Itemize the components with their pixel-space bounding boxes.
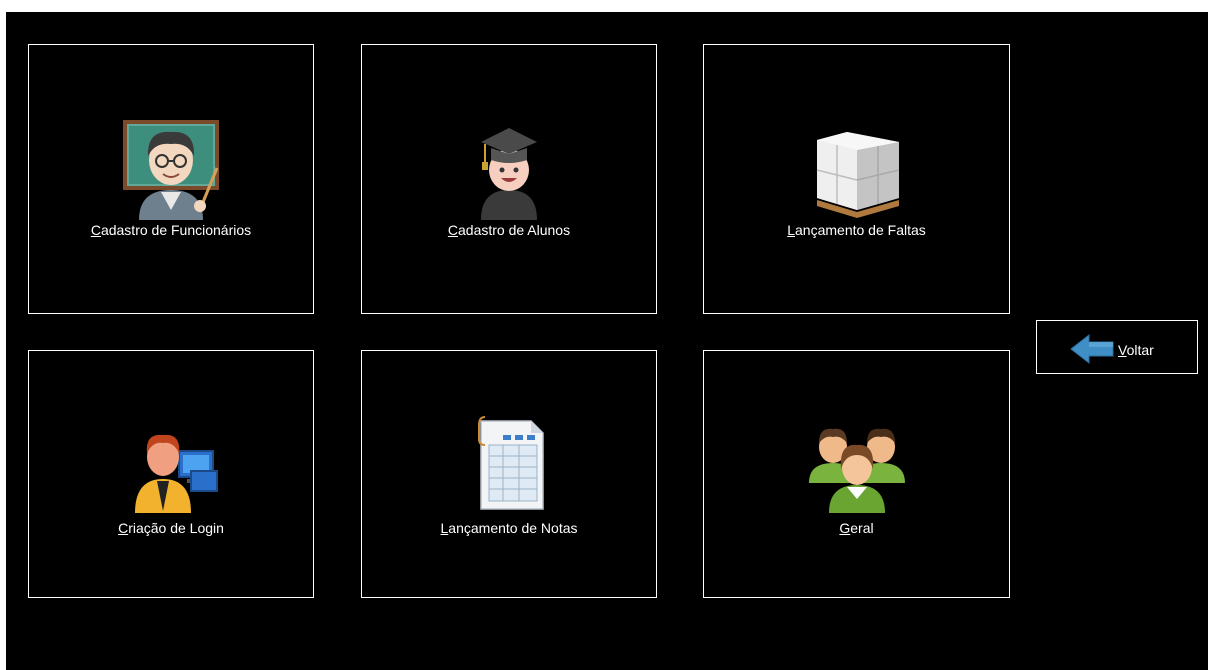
user-computer-icon bbox=[135, 434, 218, 513]
group-users-icon bbox=[808, 428, 905, 513]
tile-label: Lançamento de Notas bbox=[440, 520, 578, 536]
tile-label: Criação de Login bbox=[118, 520, 224, 536]
tile-criacao-login[interactable]: Criação de Login bbox=[28, 350, 314, 598]
main-menu-panel: Cadastro de Funcionários Cadastro de Alu… bbox=[6, 12, 1208, 670]
voltar-button[interactable]: Voltar bbox=[1036, 320, 1198, 374]
teacher-icon bbox=[123, 120, 219, 220]
tile-label: Cadastro de Alunos bbox=[447, 222, 571, 238]
tile-label: Cadastro de Funcionários bbox=[90, 222, 252, 238]
tile-cadastro-alunos[interactable]: Cadastro de Alunos bbox=[361, 44, 657, 314]
tile-cadastro-funcionarios[interactable]: Cadastro de Funcionários bbox=[28, 44, 314, 314]
graduate-student-icon bbox=[481, 128, 537, 220]
tile-geral[interactable]: Geral bbox=[703, 350, 1010, 598]
boxes-pallet-icon bbox=[816, 132, 899, 218]
tile-lancamento-faltas[interactable]: Lançamento de Faltas bbox=[703, 44, 1010, 314]
tile-lancamento-notas[interactable]: Lançamento de Notas bbox=[361, 350, 657, 598]
tile-label: Geral bbox=[839, 520, 874, 536]
spreadsheet-document-icon bbox=[478, 416, 544, 510]
tile-label: Lançamento de Faltas bbox=[787, 222, 926, 238]
voltar-label: Voltar bbox=[1118, 342, 1154, 358]
back-arrow-icon bbox=[1070, 333, 1114, 365]
